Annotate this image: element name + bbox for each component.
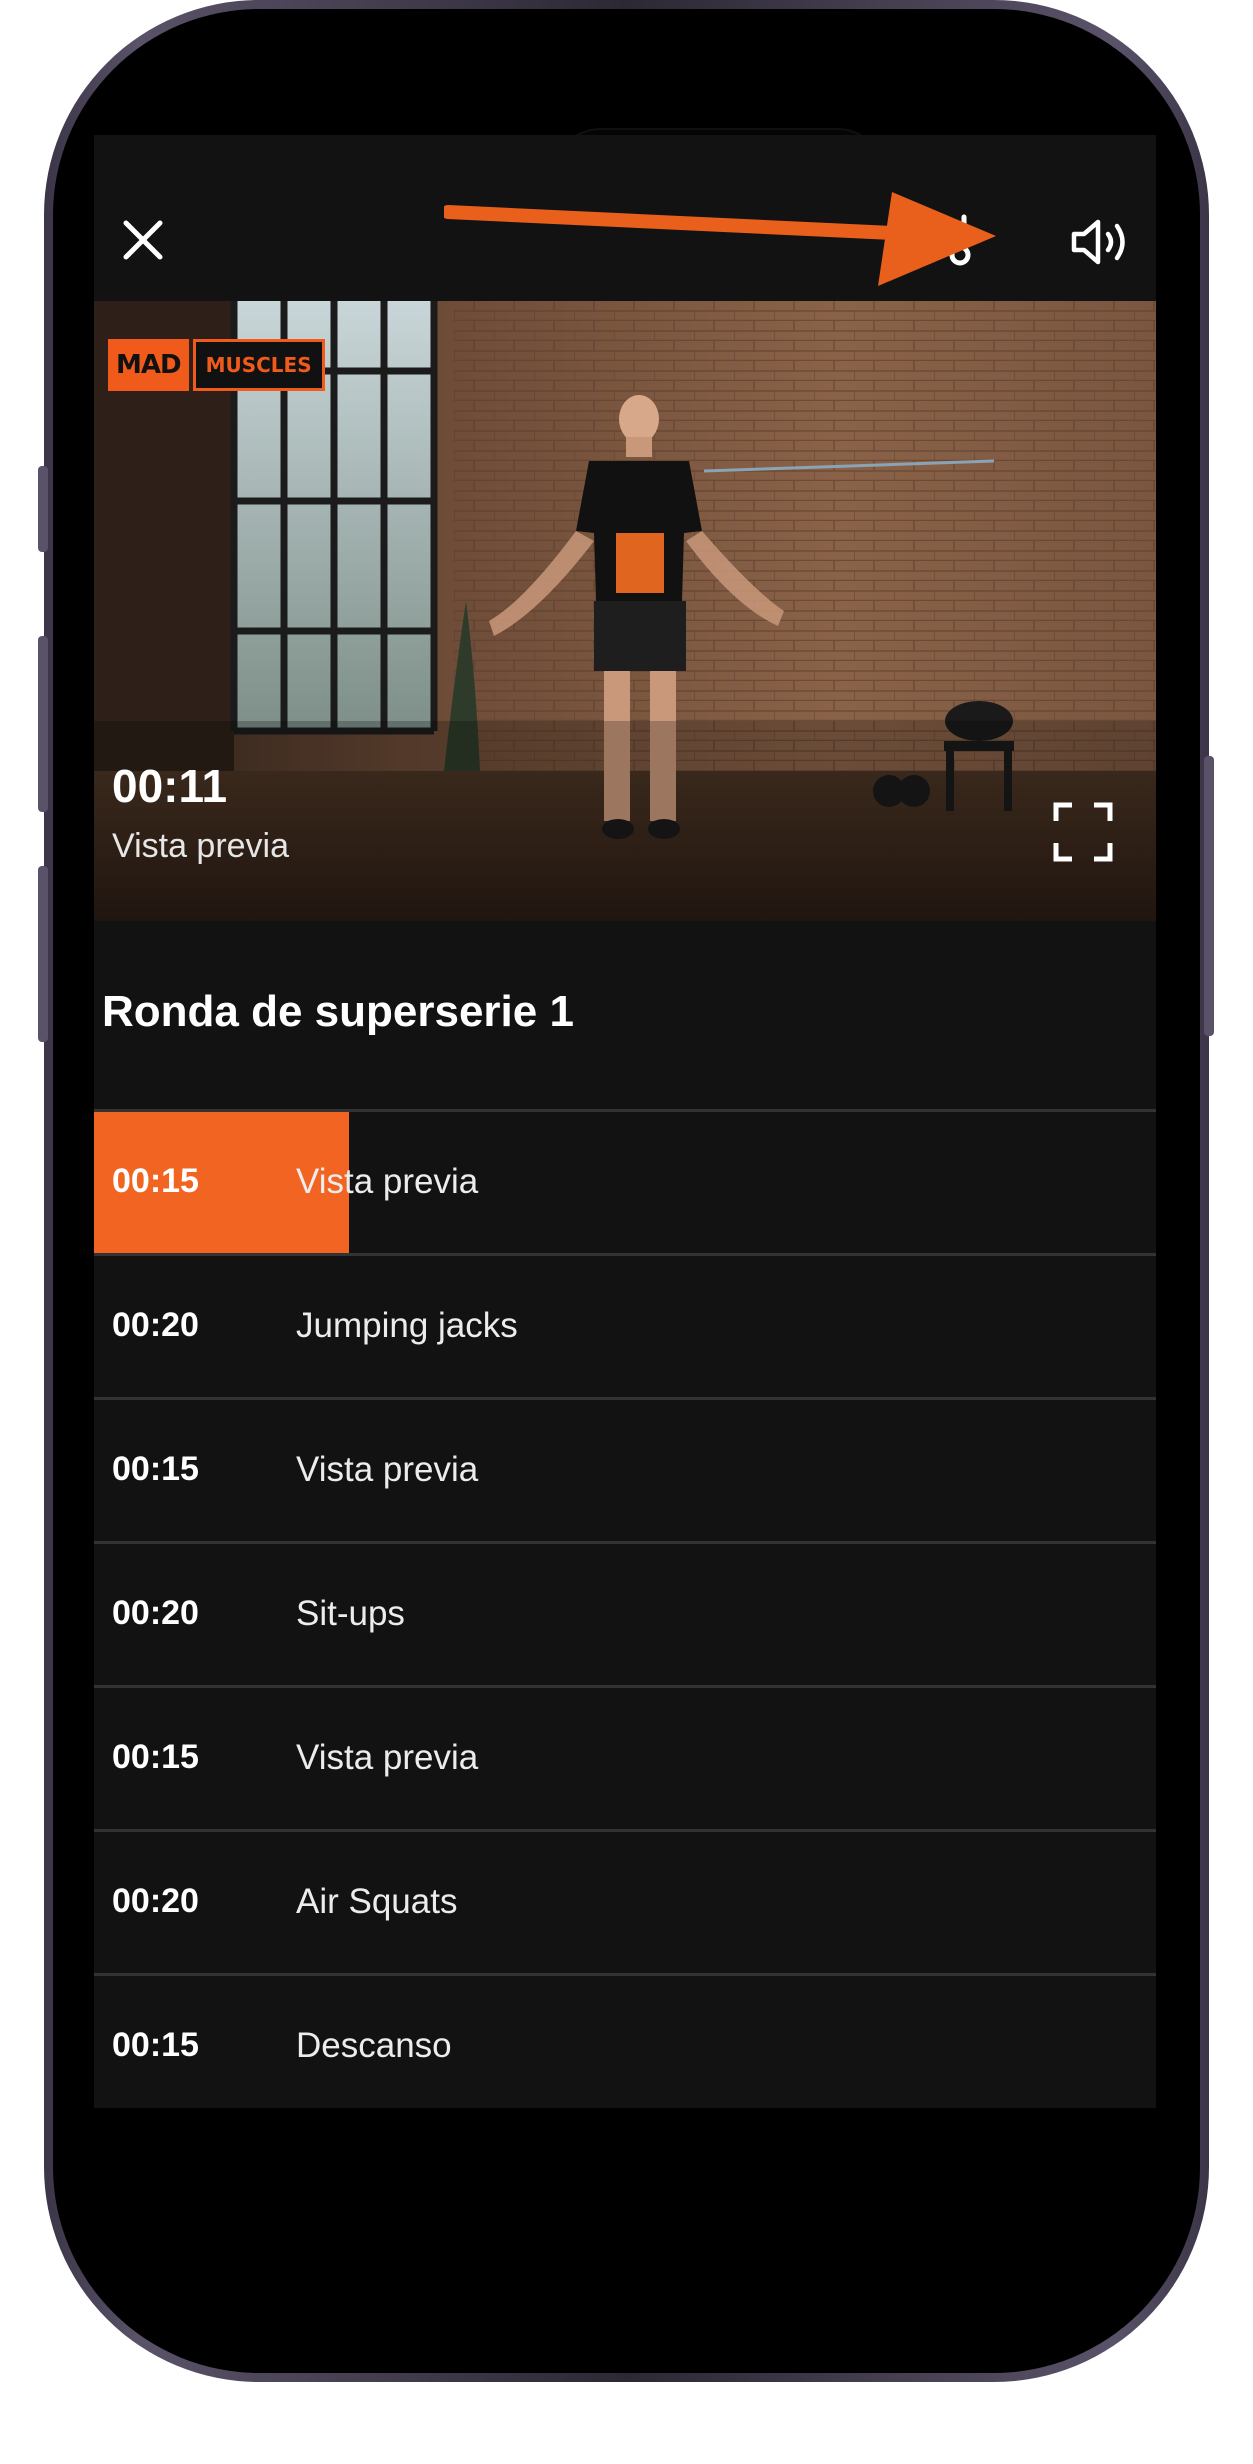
exercise-name: Vista previa [296,1738,479,1777]
exercise-row-1[interactable]: 00:15 Vista previa [94,1109,1156,1253]
exercise-duration: 00:15 [112,1450,199,1488]
exercise-row-5[interactable]: 00:15 Vista previa [94,1685,1156,1829]
close-icon [123,220,163,260]
brand-logo: MAD MUSCLES [108,339,325,391]
volume-button[interactable] [1070,217,1136,267]
exercise-name: Air Squats [296,1882,458,1921]
exercise-name: Vista previa [296,1162,479,1201]
volume-down-button [38,866,48,1042]
exercise-row-6[interactable]: 00:20 Air Squats [94,1829,1156,1973]
volume-icon [1071,219,1125,265]
exercise-name: Sit-ups [296,1594,405,1633]
action-button [38,466,48,552]
brand-logo-mad: MAD [108,339,189,391]
top-bar [94,135,1156,301]
settings-button[interactable] [940,213,988,269]
video-player[interactable]: MAD MUSCLES 00:11 Vista previa [94,301,1156,921]
exercise-name: Descanso [296,2026,452,2065]
exercise-name: Jumping jacks [296,1306,518,1345]
exercise-duration: 00:20 [112,1594,199,1632]
exercise-list: 00:15 Vista previa 00:20 Jumping jacks 0… [94,1109,1156,2117]
power-button [1204,756,1214,1036]
exercise-row-2[interactable]: 00:20 Jumping jacks [94,1253,1156,1397]
close-button[interactable] [120,217,166,263]
exercise-row-3[interactable]: 00:15 Vista previa [94,1397,1156,1541]
exercise-duration: 00:15 [112,1162,199,1200]
exercise-duration: 00:15 [112,1738,199,1776]
brand-logo-muscles: MUSCLES [192,339,325,391]
exercise-row-4[interactable]: 00:20 Sit-ups [94,1541,1156,1685]
exercise-name: Vista previa [296,1450,479,1489]
volume-up-button [38,636,48,812]
workout-screen: MAD MUSCLES 00:11 Vista previa Ronda de … [94,135,1156,2108]
exercise-duration: 00:15 [112,2026,199,2064]
video-label: Vista previa [112,827,290,865]
section-title: Ronda de superserie 1 [102,987,574,1036]
settings-icon [949,214,971,266]
exercise-duration: 00:20 [112,1306,199,1344]
exercise-duration: 00:20 [112,1882,199,1920]
fullscreen-button[interactable] [1052,801,1114,863]
video-timer: 00:11 [112,760,228,812]
exercise-row-7[interactable]: 00:15 Descanso [94,1973,1156,2117]
fullscreen-icon [1053,802,1113,862]
